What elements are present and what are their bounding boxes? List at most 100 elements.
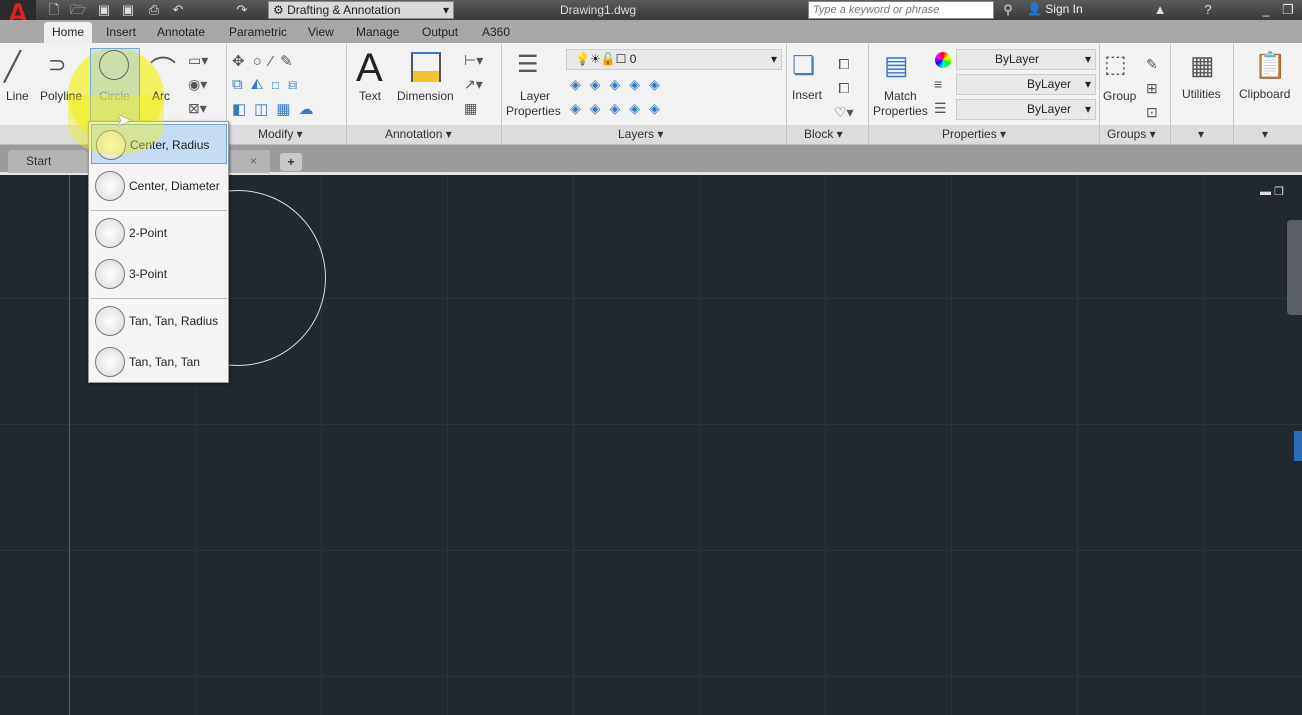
navigation-bar[interactable] bbox=[1287, 220, 1302, 315]
exchange-icon[interactable]: ▲ bbox=[1152, 2, 1168, 17]
lineweight-dropdown[interactable]: ByLayer ▾ bbox=[956, 74, 1096, 95]
menu-item-label: Center, Diameter bbox=[129, 179, 220, 193]
tab-home[interactable]: Home bbox=[44, 22, 93, 43]
modify-panel-label[interactable]: Modify ▾ bbox=[258, 127, 303, 141]
group-button[interactable]: Group bbox=[1103, 89, 1136, 103]
layers-panel-label[interactable]: Layers ▾ bbox=[618, 127, 663, 141]
linetype-value: ByLayer bbox=[1027, 102, 1072, 116]
color-dropdown[interactable]: ByLayer ▾ bbox=[956, 49, 1096, 70]
groups-panel-label[interactable]: Groups ▾ bbox=[1107, 127, 1156, 141]
sign-in-button[interactable]: 👤 Sign In bbox=[1027, 2, 1083, 16]
text-icon: A bbox=[356, 46, 383, 90]
new-tab-button[interactable]: + bbox=[280, 153, 302, 171]
menu-item-center-diameter[interactable]: Center, Diameter bbox=[91, 166, 227, 206]
modify-tools-row2[interactable]: ⧉◭◻⧈ bbox=[232, 76, 305, 93]
tab-output[interactable]: Output bbox=[414, 22, 466, 43]
menu-item-label: Center, Radius bbox=[130, 138, 210, 152]
two-point-icon bbox=[95, 218, 125, 248]
utilities-expand-icon[interactable]: ▾ bbox=[1198, 127, 1204, 141]
boundary-icon[interactable]: ⊠▾ bbox=[188, 100, 207, 117]
rectangle-icon[interactable]: ▭▾ bbox=[188, 52, 208, 69]
properties-panel-label[interactable]: Properties ▾ bbox=[942, 127, 1006, 141]
menu-item-label: 2-Point bbox=[129, 226, 168, 240]
block-panel-label[interactable]: Block ▾ bbox=[804, 127, 843, 141]
insert-icon: ❏ bbox=[792, 50, 816, 80]
layer-properties-label-2[interactable]: Properties bbox=[506, 104, 561, 118]
tab-start[interactable]: Start bbox=[8, 150, 88, 173]
chevron-down-icon: ▾ bbox=[770, 52, 777, 66]
viewport-controls[interactable]: ▬ ❐ bbox=[1260, 185, 1284, 198]
minimize-icon[interactable]: _ bbox=[1258, 2, 1274, 17]
save-as-icon[interactable]: ▣ bbox=[120, 2, 136, 17]
clipboard-icon: 📋 bbox=[1254, 50, 1287, 80]
modify-tools-row3[interactable]: ◧◫▦☁ bbox=[232, 100, 322, 118]
menu-item-tan-tan-tan[interactable]: Tan, Tan, Tan bbox=[91, 342, 227, 382]
tab-manage[interactable]: Manage bbox=[348, 22, 407, 43]
three-point-icon bbox=[95, 259, 125, 289]
current-layer: 0 bbox=[629, 52, 637, 66]
clipboard-expand-icon[interactable]: ▾ bbox=[1262, 127, 1268, 141]
linetype-dropdown[interactable]: ByLayer ▾ bbox=[956, 99, 1096, 120]
tab-annotate[interactable]: Annotate bbox=[149, 22, 213, 43]
utilities-button[interactable]: Utilities bbox=[1182, 87, 1221, 101]
group-icon: ⬚ bbox=[1104, 51, 1127, 78]
tab-a360[interactable]: A360 bbox=[474, 22, 518, 43]
group-tools[interactable]: ✎ ⊞ ⊡ bbox=[1146, 52, 1158, 124]
tab-insert[interactable]: Insert bbox=[98, 22, 144, 43]
viewcube-handle[interactable] bbox=[1294, 431, 1302, 461]
lineweight-icon: ≡ bbox=[934, 76, 943, 92]
polyline-button[interactable]: Polyline bbox=[40, 89, 82, 103]
text-button[interactable]: Text bbox=[359, 89, 381, 103]
linear-dimension-icon[interactable]: ⊢▾ bbox=[464, 52, 483, 69]
calculator-icon: ▦ bbox=[1190, 50, 1215, 80]
annotation-panel-label[interactable]: Annotation ▾ bbox=[385, 127, 452, 141]
print-icon[interactable]: ⎙ bbox=[146, 2, 162, 17]
redo-icon[interactable]: ↷ bbox=[234, 2, 250, 17]
tab-view[interactable]: View bbox=[300, 22, 342, 43]
drawing-tab-close[interactable]: × bbox=[230, 150, 270, 173]
menu-item-label: Tan, Tan, Radius bbox=[129, 314, 219, 328]
block-tools[interactable]: ⧠ ⧠ ♡▾ bbox=[834, 52, 854, 124]
restore-icon[interactable]: ❐ bbox=[1280, 2, 1296, 17]
clipboard-button[interactable]: Clipboard bbox=[1239, 87, 1290, 101]
center-diameter-icon bbox=[95, 171, 125, 201]
leader-icon[interactable]: ↗▾ bbox=[464, 76, 483, 93]
menu-item-label: Tan, Tan, Tan bbox=[129, 355, 200, 369]
sign-in-label: Sign In bbox=[1045, 2, 1083, 16]
menu-item-label: 3-Point bbox=[129, 267, 168, 281]
open-icon[interactable]: 🗁 bbox=[70, 2, 86, 17]
line-icon: ╱ bbox=[4, 51, 21, 82]
binoculars-icon[interactable]: ⚲ bbox=[1000, 2, 1016, 17]
circle-icon bbox=[99, 50, 129, 80]
center-radius-icon bbox=[96, 130, 126, 160]
workspace-dropdown[interactable]: ⚙ Drafting & Annotation ▾ bbox=[268, 1, 454, 19]
layer-dropdown[interactable]: 💡☀🔓☐ 0 ▾ bbox=[566, 49, 782, 70]
help-icon[interactable]: ? bbox=[1200, 2, 1216, 17]
match-properties-label-2[interactable]: Properties bbox=[873, 104, 928, 118]
new-icon[interactable]: 🗋 bbox=[46, 2, 62, 17]
undo-icon[interactable]: ↶ bbox=[170, 2, 186, 17]
document-title: Drawing1.dwg bbox=[560, 3, 637, 17]
arc-button[interactable]: Arc bbox=[152, 89, 170, 103]
layer-tools-row2[interactable]: ◈◈◈◈◈ bbox=[570, 100, 669, 117]
menu-item-3-point[interactable]: 3-Point bbox=[91, 254, 227, 294]
modify-tools-row1[interactable]: ✥○⁄✎ bbox=[232, 52, 301, 70]
match-properties-label-1[interactable]: Match bbox=[884, 89, 917, 103]
menu-item-tan-tan-radius[interactable]: Tan, Tan, Radius bbox=[91, 301, 227, 341]
lineweight-value: ByLayer bbox=[1027, 77, 1072, 91]
line-button[interactable]: Line bbox=[6, 89, 29, 103]
layer-properties-label-1[interactable]: Layer bbox=[520, 89, 550, 103]
search-input[interactable] bbox=[808, 1, 994, 19]
table-icon[interactable]: ▦ bbox=[464, 100, 477, 117]
menu-item-center-radius[interactable]: Center, Radius bbox=[91, 124, 227, 164]
linetype-icon: ☰ bbox=[934, 100, 947, 116]
hatch-icon[interactable]: ◉▾ bbox=[188, 76, 207, 93]
dimension-button[interactable]: Dimension bbox=[397, 89, 454, 103]
insert-button[interactable]: Insert bbox=[792, 88, 822, 102]
tab-parametric[interactable]: Parametric bbox=[221, 22, 295, 43]
menu-item-2-point[interactable]: 2-Point bbox=[91, 213, 227, 253]
y-axis-line bbox=[69, 175, 70, 715]
layer-tools-row1[interactable]: ◈◈◈◈◈ bbox=[570, 76, 669, 93]
save-icon[interactable]: ▣ bbox=[96, 2, 112, 17]
polyline-icon: ⊃ bbox=[48, 52, 67, 77]
